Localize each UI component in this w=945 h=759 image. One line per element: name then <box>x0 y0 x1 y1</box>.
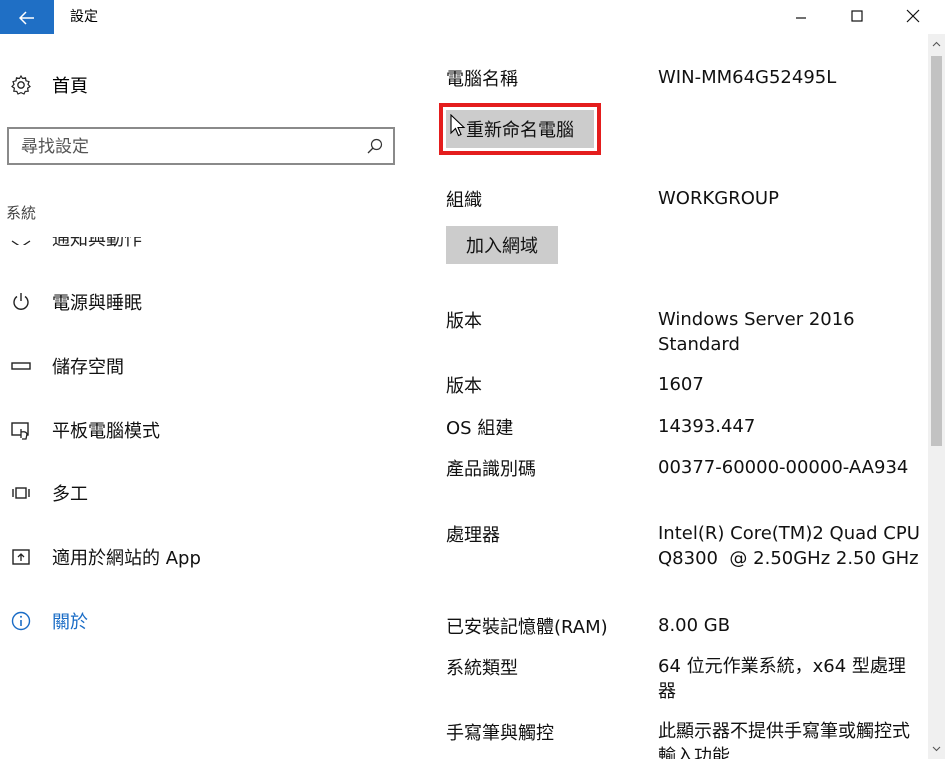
settings-window: 設定 首頁 尋找設定 系統 通知與動作 電源與睡眠 儲存空間 平板電腦模式 多工… <box>0 0 945 759</box>
spec-label: 手寫筆與觸控 <box>446 723 554 744</box>
maximize-button[interactable] <box>834 0 880 32</box>
sidebar-item-multitasking[interactable]: 多工 <box>8 478 408 508</box>
chevron-down-icon <box>932 746 941 752</box>
pc-name-value: WIN-MM64G52495L <box>658 67 837 88</box>
sidebar-item-storage[interactable]: 儲存空間 <box>8 351 408 381</box>
spec-label: 處理器 <box>446 525 500 546</box>
organization-value: WORKGROUP <box>658 188 779 209</box>
spec-value: 64 位元作業系統，x64 型處理器 <box>658 656 906 702</box>
multitasking-icon <box>8 481 34 505</box>
search-input[interactable] <box>19 135 363 159</box>
back-button[interactable] <box>0 0 54 36</box>
minimize-button[interactable] <box>778 0 824 32</box>
sidebar: 首頁 系統 通知與動作 電源與睡眠 <box>0 34 420 759</box>
maximize-icon <box>851 10 863 22</box>
close-button[interactable] <box>890 0 936 32</box>
minimize-icon <box>796 17 806 19</box>
scroll-thumb[interactable] <box>931 56 942 446</box>
gear-icon <box>11 74 31 95</box>
search-box[interactable] <box>7 127 395 165</box>
sidebar-item-label: 通知與動作 <box>52 237 142 250</box>
vertical-scrollbar[interactable] <box>928 34 945 759</box>
sidebar-item-notifications[interactable]: 通知與動作 <box>8 237 308 253</box>
spec-label: 版本 <box>446 376 482 397</box>
search-icon <box>367 138 383 154</box>
organization-label: 組織 <box>446 190 482 211</box>
spec-value: 8.00 GB <box>658 615 731 636</box>
sidebar-item-label: 電源與睡眠 <box>52 293 142 314</box>
sidebar-item-label: 多工 <box>52 484 88 505</box>
info-icon <box>8 609 34 633</box>
close-icon <box>906 9 920 23</box>
rename-pc-button[interactable]: 重新命名電腦 <box>439 103 601 155</box>
chevron-up-icon <box>932 41 941 47</box>
join-domain-button[interactable]: 加入網域 <box>446 226 558 264</box>
spec-value: Intel(R) Core(TM)2 Quad CPU Q8300 @ 2.50… <box>658 523 920 569</box>
sidebar-item-about[interactable]: 關於 <box>8 606 408 636</box>
scroll-down-button[interactable] <box>928 741 945 757</box>
window-title: 設定 <box>70 9 98 25</box>
apps-for-websites-icon <box>8 545 34 569</box>
spec-label: 版本 <box>446 311 482 332</box>
tablet-mode-icon <box>8 418 34 442</box>
title-bar: 設定 <box>0 0 945 36</box>
spec-label: 已安裝記憶體(RAM) <box>446 617 608 638</box>
spec-value: 14393.447 <box>658 416 756 437</box>
sidebar-item-label: 首頁 <box>52 76 88 97</box>
spec-label: 系統類型 <box>446 658 518 679</box>
storage-icon <box>8 354 34 378</box>
spec-label: 產品識別碼 <box>446 459 536 480</box>
spec-value: 1607 <box>658 374 704 395</box>
notifications-icon <box>11 240 31 245</box>
sidebar-item-label: 關於 <box>52 612 88 633</box>
power-icon <box>8 290 34 314</box>
back-arrow-icon <box>19 11 34 25</box>
spec-label: OS 組建 <box>446 418 514 439</box>
spec-value: Windows Server 2016 Standard <box>658 309 855 355</box>
spec-value: 00377-60000-00000-AA934 <box>658 457 909 478</box>
sidebar-item-apps-for-websites[interactable]: 適用於網站的 App <box>8 542 408 572</box>
mouse-cursor-icon <box>450 114 466 137</box>
sidebar-item-tablet-mode[interactable]: 平板電腦模式 <box>8 415 408 445</box>
about-panel: 電腦名稱 WIN-MM64G52495L 重新命名電腦 組織 WORKGROUP… <box>420 34 928 759</box>
sidebar-item-label: 適用於網站的 App <box>52 548 201 569</box>
sidebar-item-power-sleep[interactable]: 電源與睡眠 <box>8 287 408 317</box>
section-heading-system: 系統 <box>6 204 37 222</box>
sidebar-item-label: 儲存空間 <box>52 357 124 378</box>
spec-value: 此顯示器不提供手寫筆或觸控式輸入功能 <box>658 721 910 759</box>
sidebar-item-label: 平板電腦模式 <box>52 421 160 442</box>
pc-name-label: 電腦名稱 <box>446 69 518 90</box>
scroll-up-button[interactable] <box>928 36 945 52</box>
